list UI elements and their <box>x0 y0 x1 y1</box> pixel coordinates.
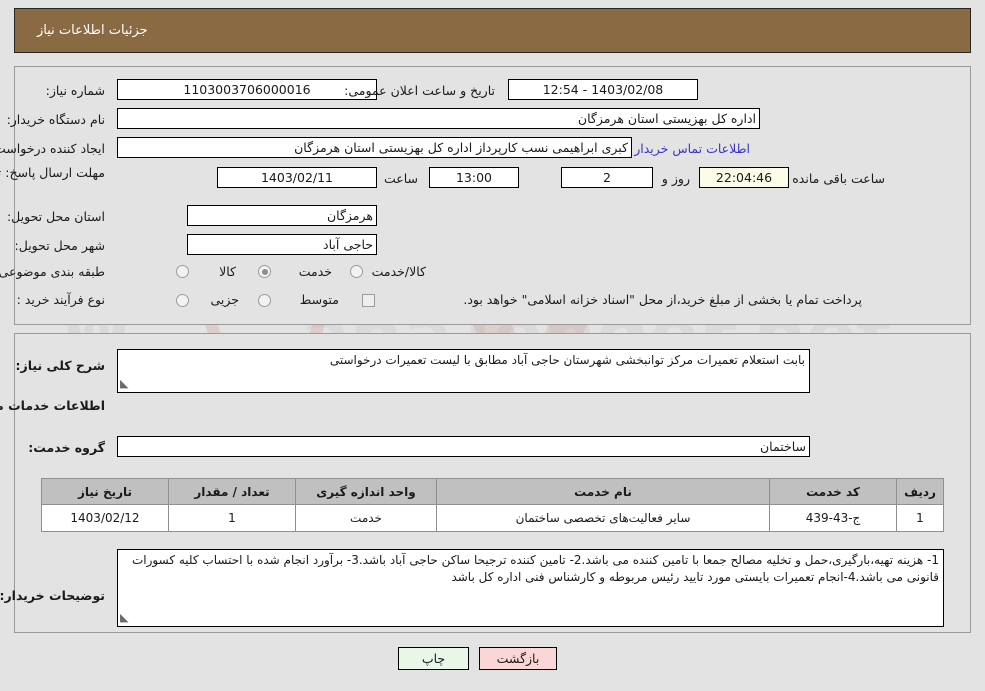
col-name: نام خدمت <box>436 478 770 505</box>
general-desc-value[interactable]: بابت استعلام تعمیرات مرکز توانبخشی شهرست… <box>117 349 810 393</box>
services-heading: اطلاعات خدمات مورد نیاز <box>0 398 105 413</box>
radio-category-kala-khedmat[interactable] <box>350 265 363 278</box>
radio-category-kala-label: کالا <box>219 264 236 279</box>
col-unit: واحد اندازه گیری <box>295 478 437 505</box>
col-qty: تعداد / مقدار <box>168 478 296 505</box>
buyer-org-label: نام دستگاه خریدار: <box>6 112 105 127</box>
radio-category-khedmat-label: خدمت <box>298 264 332 279</box>
page-title: جزئیات اطلاعات نیاز <box>37 23 148 38</box>
deadline-hour-label: ساعت <box>383 171 418 186</box>
radio-purchase-motevaset[interactable] <box>258 294 271 307</box>
back-button[interactable]: بازگشت <box>479 647 557 670</box>
public-announce-label: تاریخ و ساعت اعلان عمومی: <box>344 83 495 98</box>
deadline-date-value: 1403/02/11 <box>217 167 377 188</box>
buyer-notes-label: توضیحات خریدار: <box>0 588 105 603</box>
resize-grip-icon[interactable]: ◢ <box>120 375 128 392</box>
col-radif: ردیف <box>896 478 944 505</box>
radio-purchase-motevaset-label: متوسط <box>299 292 339 307</box>
cell-date: 1403/02/12 <box>41 504 169 532</box>
deadline-days-label: روز و <box>661 171 690 186</box>
buyer-notes-text: 1- هزینه تهیه،بارگیری،حمل و تخلیه مصالح … <box>132 553 939 584</box>
requester-value: کبری ابراهیمی نسب کارپرداز اداره کل بهزی… <box>117 137 632 158</box>
cell-radif: 1 <box>896 504 944 532</box>
buyer-notes-value[interactable]: 1- هزینه تهیه،بارگیری،حمل و تخلیه مصالح … <box>117 549 944 627</box>
resize-grip-icon[interactable]: ◢ <box>120 609 128 626</box>
radio-category-kala[interactable] <box>176 265 189 278</box>
city-label: شهر محل تحویل: <box>14 238 105 253</box>
province-label: استان محل تحویل: <box>6 209 105 224</box>
general-desc-label: شرح کلی نیاز: <box>15 358 105 373</box>
city-value: حاجی آباد <box>187 234 377 255</box>
deadline-days-value: 2 <box>561 167 653 188</box>
radio-purchase-jozei[interactable] <box>176 294 189 307</box>
radio-category-kala-khedmat-label: کالا/خدمت <box>371 264 426 279</box>
need-summary-panel <box>14 66 971 325</box>
deadline-remaining-label: ساعت باقی مانده <box>792 171 885 186</box>
category-label: طبقه بندی موضوعی: <box>0 264 105 279</box>
table-header-row: ردیف کد خدمت نام خدمت واحد اندازه گیری ت… <box>41 478 944 505</box>
province-value: هرمزگان <box>187 205 377 226</box>
deadline-hour-value: 13:00 <box>429 167 519 188</box>
cell-unit: خدمت <box>295 504 437 532</box>
public-announce-value: 1403/02/08 - 12:54 <box>508 79 698 100</box>
need-number-value: 1103003706000016 <box>117 79 377 100</box>
need-details-page: anaTender.net W جزئیات اطلاعات نیاز شمار… <box>0 0 985 691</box>
deadline-countdown-value: 22:04:46 <box>699 167 789 188</box>
services-table: ردیف کد خدمت نام خدمت واحد اندازه گیری ت… <box>41 478 944 532</box>
checkbox-islamic-treasury-label: پرداخت تمام یا بخشی از مبلغ خرید،از محل … <box>463 292 862 307</box>
col-date: تاریخ نیاز <box>41 478 169 505</box>
purchase-type-label: نوع فرآیند خرید : <box>16 292 105 307</box>
cell-code: ج-43-439 <box>769 504 897 532</box>
requester-label: ایجاد کننده درخواست: <box>0 141 105 156</box>
deadline-label: مهلت ارسال پاسخ: تا تاریخ: <box>0 165 105 180</box>
page-title-bar: جزئیات اطلاعات نیاز <box>14 8 971 53</box>
buyer-contact-link[interactable]: اطلاعات تماس خریدار <box>634 141 750 156</box>
general-desc-text: بابت استعلام تعمیرات مرکز توانبخشی شهرست… <box>329 353 805 367</box>
table-row: 1 ج-43-439 سایر فعالیت‌های تخصصی ساختمان… <box>41 504 944 532</box>
need-number-label: شماره نیاز: <box>45 83 105 98</box>
service-group-value: ساختمان <box>117 436 810 457</box>
radio-purchase-jozei-label: جزیی <box>210 292 239 307</box>
radio-category-khedmat[interactable] <box>258 265 271 278</box>
checkbox-islamic-treasury[interactable] <box>362 294 375 307</box>
cell-name: سایر فعالیت‌های تخصصی ساختمان <box>436 504 770 532</box>
service-group-label: گروه خدمت: <box>28 440 105 455</box>
print-button[interactable]: چاپ <box>398 647 469 670</box>
col-code: کد خدمت <box>769 478 897 505</box>
buyer-org-value: اداره کل بهزیستی استان هرمزگان <box>117 108 760 129</box>
cell-qty: 1 <box>168 504 296 532</box>
